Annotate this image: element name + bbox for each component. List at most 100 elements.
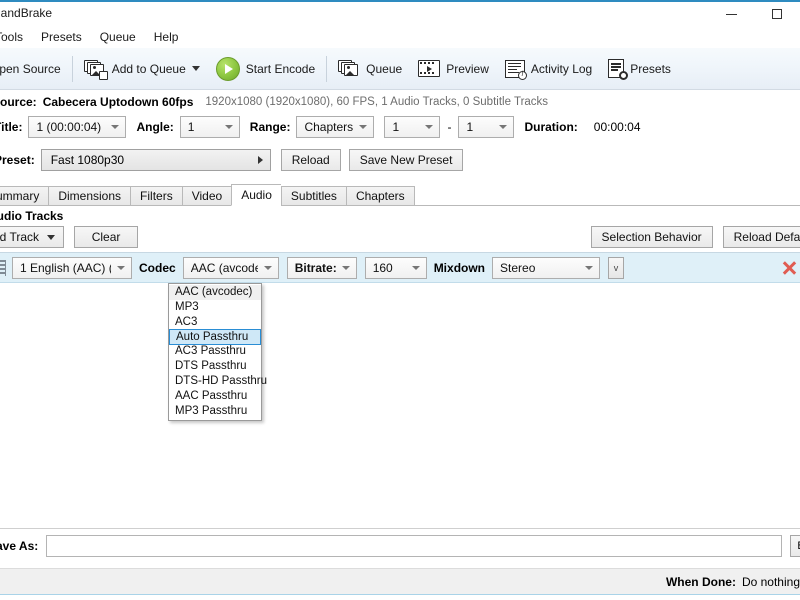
browse-button[interactable]: B xyxy=(790,534,800,557)
dropdown-option-mp3[interactable]: MP3 xyxy=(169,300,261,315)
tab-audio[interactable]: Audio xyxy=(231,184,281,206)
chevron-down-icon xyxy=(224,125,233,129)
window-controls xyxy=(708,2,800,26)
chevron-down-icon[interactable] xyxy=(191,66,200,71)
tab-subtitles[interactable]: Subtitles xyxy=(280,186,346,206)
handbrake-window: HandBrake Tools Presets Queue Help Open … xyxy=(0,0,800,600)
remove-track-button[interactable] xyxy=(780,259,798,277)
destination-input[interactable] xyxy=(46,534,782,557)
reload-preset-button[interactable]: Reload xyxy=(280,149,341,171)
preview-label: Preview xyxy=(446,61,489,76)
tab-filters[interactable]: Filters xyxy=(130,186,182,206)
bitrate-value-select[interactable]: 160 xyxy=(364,256,427,279)
range-start-select[interactable]: 1 xyxy=(384,116,441,138)
activity-log-button[interactable]: i Activity Log xyxy=(497,49,600,89)
app-title: HandBrake xyxy=(0,6,53,20)
add-track-button[interactable]: Add Track xyxy=(0,226,65,248)
tab-summary[interactable]: Summary xyxy=(0,186,49,206)
track-source-select[interactable]: 1 English (AAC) (2.0 xyxy=(12,256,132,279)
dropdown-option-auto-passthru[interactable]: Auto Passthru xyxy=(169,329,261,345)
preset-value: Fast 1080p30 xyxy=(50,153,125,167)
menu-item-presets[interactable]: Presets xyxy=(32,28,91,46)
dropdown-option-dts-passthru[interactable]: DTS Passthru xyxy=(169,359,261,374)
drag-handle-icon[interactable] xyxy=(0,259,6,276)
tab-strip: Summary Dimensions Filters Video Audio S… xyxy=(0,184,800,206)
maximize-icon xyxy=(772,9,782,19)
audio-panel: Audio Tracks Add Track Clear Selection B… xyxy=(0,206,800,522)
add-to-queue-icon: + xyxy=(83,59,108,80)
chevron-down-icon xyxy=(117,265,125,270)
toolbar: Open Source + Add to Queue Start Encode … xyxy=(0,48,800,90)
tab-video[interactable]: Video xyxy=(181,186,232,206)
activity-log-label: Activity Log xyxy=(530,61,593,76)
presets-button[interactable]: Presets xyxy=(600,49,679,89)
preset-select[interactable]: Fast 1080p30 xyxy=(40,149,271,171)
tab-chapters[interactable]: Chapters xyxy=(345,186,415,206)
minimize-icon xyxy=(725,13,737,15)
selection-behavior-button[interactable]: Selection Behavior xyxy=(590,226,713,248)
menu-item-tools[interactable]: Tools xyxy=(0,28,32,46)
angle-select[interactable]: 1 xyxy=(179,116,240,138)
audio-panel-right-actions: Selection Behavior Reload Defaults xyxy=(590,226,800,248)
codec-label: Codec xyxy=(139,260,176,275)
range-type-select[interactable]: Chapters xyxy=(296,116,375,138)
codec-value: AAC (avcodec) xyxy=(190,260,258,275)
chevron-down-icon xyxy=(425,125,434,129)
dropdown-option-dts-hd-passthru[interactable]: DTS-HD Passthru xyxy=(169,374,267,389)
presets-icon xyxy=(608,59,629,80)
dropdown-option-aac-passthru[interactable]: AAC Passthru xyxy=(169,389,261,404)
maximize-button[interactable] xyxy=(754,2,800,26)
codec-dropdown-list[interactable]: AAC (avcodec) MP3 AC3 Auto Passthru AC3 … xyxy=(168,283,267,421)
when-done-label: When Done: xyxy=(665,574,736,589)
bottom-accent-stripe xyxy=(0,594,800,600)
title-select-value: 1 (00:00:04) xyxy=(36,120,102,134)
minimize-button[interactable] xyxy=(708,2,754,26)
expand-track-button[interactable]: v xyxy=(608,256,625,279)
preview-icon xyxy=(418,60,441,77)
preset-label: Preset: xyxy=(0,153,35,167)
add-to-queue-button[interactable]: + Add to Queue xyxy=(76,49,208,89)
title-select[interactable]: 1 (00:00:04) xyxy=(28,116,127,138)
chevron-down-icon xyxy=(263,265,272,270)
clear-tracks-button[interactable]: Clear xyxy=(74,226,139,248)
destination-row: Save As: B xyxy=(0,528,800,562)
chevron-down-icon xyxy=(359,125,368,129)
range-label: Range: xyxy=(249,120,291,134)
angle-select-value: 1 xyxy=(187,120,195,134)
start-encode-button[interactable]: Start Encode xyxy=(208,49,323,89)
queue-label: Queue xyxy=(366,61,403,76)
save-new-preset-button[interactable]: Save New Preset xyxy=(348,149,464,171)
tab-dimensions[interactable]: Dimensions xyxy=(48,186,131,206)
open-source-button[interactable]: Open Source xyxy=(0,49,69,89)
audio-track-list: 1 English (AAC) (2.0 Codec AAC (avcodec)… xyxy=(0,252,800,512)
table-row[interactable]: 1 English (AAC) (2.0 Codec AAC (avcodec)… xyxy=(0,253,800,283)
toolbar-separator-2 xyxy=(326,55,328,82)
dropdown-option-mp3-passthru[interactable]: MP3 Passthru xyxy=(169,404,261,419)
track-source-value: 1 English (AAC) (2.0 xyxy=(20,260,111,275)
dropdown-option-ac3-passthru[interactable]: AC3 Passthru xyxy=(169,344,261,359)
mixdown-select[interactable]: Stereo xyxy=(492,256,601,279)
title-label: Title: xyxy=(0,120,23,134)
audio-tracks-heading: Audio Tracks xyxy=(0,209,64,223)
source-meta: 1920x1080 (1920x1080), 60 FPS, 1 Audio T… xyxy=(205,96,549,108)
codec-select[interactable]: AAC (avcodec) xyxy=(182,256,279,279)
dropdown-option-ac3[interactable]: AC3 xyxy=(169,315,261,330)
bitrate-select[interactable]: Bitrate: xyxy=(286,256,357,279)
duration-value: 00:00:04 xyxy=(593,120,641,134)
menu-item-help[interactable]: Help xyxy=(145,28,188,46)
angle-label: Angle: xyxy=(136,120,174,134)
range-end-select[interactable]: 1 xyxy=(458,116,515,138)
chevron-down-icon xyxy=(341,265,350,270)
preview-button[interactable]: Preview xyxy=(410,49,497,89)
preset-row: Preset: Fast 1080p30 Reload Save New Pre… xyxy=(0,148,800,172)
toolbar-separator-1 xyxy=(71,55,73,82)
queue-button[interactable]: Queue xyxy=(330,49,410,89)
audio-panel-left-actions: Add Track Clear xyxy=(0,226,139,248)
menu-item-queue[interactable]: Queue xyxy=(91,28,145,46)
queue-icon xyxy=(338,59,360,78)
chevron-down-icon xyxy=(111,125,120,129)
source-title: Cabecera Uptodown 60fps xyxy=(42,95,194,109)
reload-defaults-button[interactable]: Reload Defaults xyxy=(722,226,800,248)
dropdown-option-aac-avcodec[interactable]: AAC (avcodec) xyxy=(169,285,261,300)
when-done-value[interactable]: Do nothing xyxy=(742,575,800,589)
